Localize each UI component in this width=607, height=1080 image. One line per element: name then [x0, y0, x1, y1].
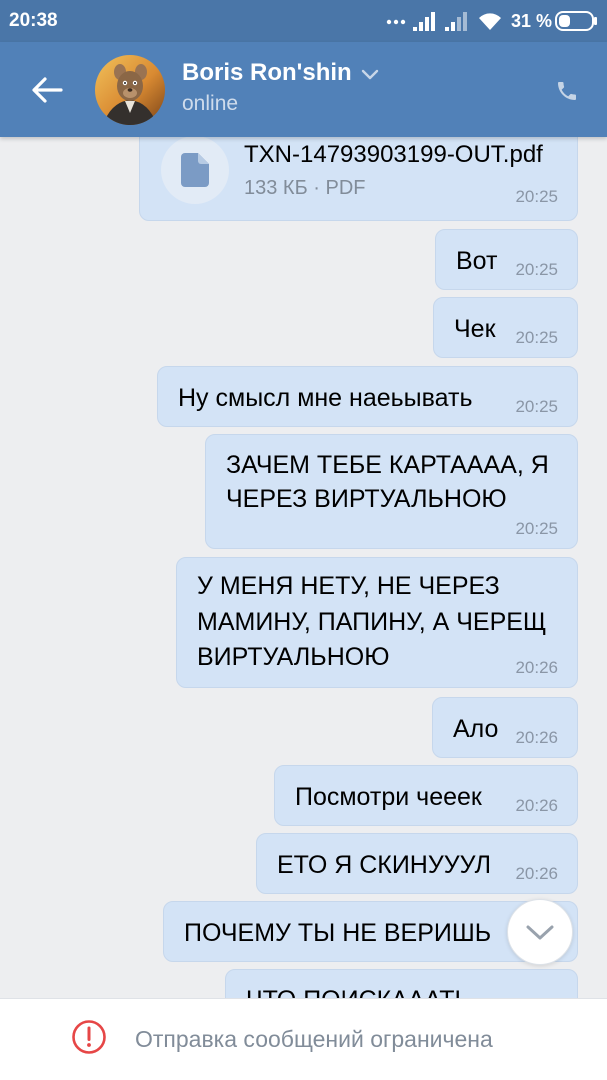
message-text: Ало [453, 714, 498, 744]
message-line: ЗАЧЕМ ТЕБЕ КАРТАААА, Я [226, 451, 549, 479]
message-time: 20:26 [515, 864, 558, 883]
message-bubble[interactable]: ЧТО ПОИСКАААТЬ [225, 969, 578, 998]
file-name[interactable]: TXN-14793903199-OUT.pdf [244, 141, 543, 169]
message-line: МАМИНУ, ПАПИНУ, А ЧЕРЕЩ [197, 607, 547, 636]
message-text: Чек [454, 314, 496, 344]
presence-status: online [182, 92, 239, 115]
status-time: 20:38 [9, 10, 58, 31]
message-bubble[interactable]: Чек 20:25 [433, 297, 578, 358]
status-bar: 20:38 31 % [0, 0, 607, 42]
message-text: У МЕНЯ НЕТУ, НЕ ЧЕРЕЗ МАМИНУ, ПАПИНУ, А … [197, 569, 546, 676]
message-time: 20:26 [515, 796, 558, 815]
contact-name[interactable]: Boris Ron'shin [182, 59, 352, 87]
message-bubble[interactable]: У МЕНЯ НЕТУ, НЕ ЧЕРЕЗ МАМИНУ, ПАПИНУ, А … [176, 557, 578, 688]
message-time: 20:25 [515, 187, 558, 206]
file-meta: 133 КБ · PDF [244, 177, 366, 199]
message-text: Ну смысл мне наеьывать [178, 383, 472, 413]
message-time: 20:25 [515, 519, 558, 538]
exclamation-circle-icon [72, 1020, 106, 1054]
message-line: Ну смысл мне наеьывать [178, 384, 473, 412]
message-bubble[interactable]: Вот 20:25 [435, 229, 578, 290]
message-line: Вот [456, 247, 498, 275]
signal-icon [445, 12, 467, 31]
chevron-down-icon[interactable] [361, 69, 379, 81]
message-time: 20:25 [515, 260, 558, 279]
back-button[interactable] [26, 69, 70, 111]
file-message[interactable]: TXN-14793903199-OUT.pdf 133 КБ · PDF 20:… [139, 137, 578, 221]
message-line: Ало [453, 715, 499, 743]
message-list[interactable]: TXN-14793903199-OUT.pdf 133 КБ · PDF 20:… [0, 137, 607, 998]
message-line: Посмотри чееек [295, 783, 482, 811]
avatar[interactable] [95, 55, 165, 125]
chat-header: Boris Ron'shin online [0, 42, 607, 137]
scroll-down-button[interactable] [507, 899, 573, 965]
signal-icon [413, 12, 435, 31]
message-line: У МЕНЯ НЕТУ, НЕ ЧЕРЕЗ [197, 572, 500, 600]
message-line: ВИРТУАЛЬНОЮ [197, 643, 390, 671]
message-bubble[interactable]: ЕТО Я СКИНУУУЛ 20:26 [256, 833, 578, 894]
message-bubble[interactable]: Посмотри чееек 20:26 [274, 765, 578, 826]
more-dots-icon [386, 19, 406, 25]
chevron-down-icon [526, 925, 554, 940]
composer-notice-bar: Отправка сообщений ограничена [0, 998, 607, 1080]
battery-icon [555, 11, 597, 31]
message-bubble[interactable]: Ало 20:26 [432, 697, 578, 758]
message-text: Посмотри чееек [295, 782, 482, 812]
message-text: ПОЧЕМУ ТЫ НЕ ВЕРИШЬ [184, 918, 491, 948]
message-time: 20:26 [515, 658, 558, 677]
message-time: 20:25 [515, 397, 558, 416]
battery-percent: 31 % [511, 11, 553, 31]
wifi-icon [479, 13, 501, 30]
message-time: 20:26 [515, 728, 558, 747]
document-icon[interactable] [161, 137, 229, 204]
call-button[interactable] [549, 73, 585, 109]
arrow-left-icon [32, 77, 63, 103]
message-text: Вот [456, 246, 497, 276]
message-text: ЕТО Я СКИНУУУЛ [277, 850, 491, 880]
message-bubble[interactable]: Ну смысл мне наеьывать 20:25 [157, 366, 578, 427]
message-line: ЕТО Я СКИНУУУЛ [277, 851, 492, 879]
message-text: ЗАЧЕМ ТЕБЕ КАРТАААА, Я ЧЕРЕЗ ВИРТУАЛЬНОЮ [226, 448, 549, 516]
messaging-restricted-notice: Отправка сообщений ограничена [135, 1026, 493, 1052]
message-line: Чек [454, 315, 496, 343]
phone-icon [558, 82, 576, 100]
message-bubble[interactable]: ЗАЧЕМ ТЕБЕ КАРТАААА, Я ЧЕРЕЗ ВИРТУАЛЬНОЮ… [205, 434, 578, 549]
message-text: ЧТО ПОИСКАААТЬ [246, 983, 471, 998]
message-time: 20:25 [515, 328, 558, 347]
message-line: ПОЧЕМУ ТЫ НЕ ВЕРИШЬ [184, 919, 492, 947]
message-line: ЧЕРЕЗ ВИРТУАЛЬНОЮ [226, 485, 507, 513]
message-line: ЧТО ПОИСКАААТЬ [246, 983, 471, 998]
